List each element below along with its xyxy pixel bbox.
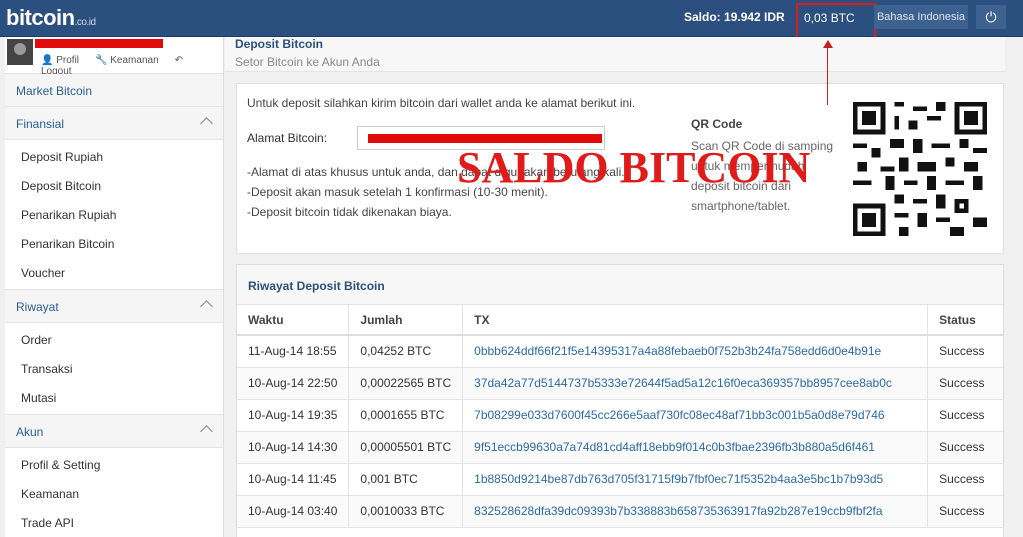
cell-status: Success (927, 335, 1003, 368)
deposit-panel: Untuk deposit silahkan kirim bitcoin dar… (236, 83, 1004, 254)
cell-waktu: 10-Aug-14 22:50 (237, 367, 350, 400)
logo-text: bitcoin (6, 5, 75, 30)
column-tx: TX (462, 305, 929, 336)
table-header-row: Waktu Jumlah TX Status (237, 305, 1003, 336)
cell-jumlah: 0,0010033 BTC (348, 495, 464, 528)
cell-waktu: 11-Aug-14 18:55 (237, 335, 350, 368)
finansial-items: Deposit Rupiah Deposit Bitcoin Penarikan… (5, 140, 223, 290)
cell-waktu: 10-Aug-14 03:40 (237, 495, 350, 528)
cell-status: Success (927, 463, 1003, 496)
sidebar-item-keamanan[interactable]: Keamanan (5, 479, 223, 508)
chevron-up-icon (200, 425, 213, 438)
deposit-history-panel: Riwayat Deposit Bitcoin Waktu Jumlah TX … (236, 264, 1004, 537)
cell-waktu: 10-Aug-14 19:35 (237, 399, 350, 432)
table-row: 10-Aug-14 11:45 0,001 BTC 1b8850d9214be87d… (237, 463, 1003, 496)
power-icon[interactable]: ⏻ (976, 5, 1006, 29)
address-label: Alamat Bitcoin: (247, 131, 328, 145)
sidebar-group-finansial[interactable]: Finansial (5, 107, 223, 140)
table-row: 10-Aug-14 14:30 0,00005501 BTC 9f51eccb996… (237, 431, 1003, 464)
cell-tx[interactable]: 1b8850d9214be87db763d705f31715f9b7fbf0ec… (462, 463, 929, 496)
keamanan-link[interactable]: 🔧 Keamanan (95, 55, 167, 66)
sidebar-item-profil-setting[interactable]: Profil & Setting (5, 450, 223, 479)
column-status: Status (927, 305, 1003, 336)
table-row: 11-Aug-14 18:55 0,04252 BTC 0bbb624ddf66f2… (237, 335, 1003, 368)
akun-items: Profil & Setting Keamanan Trade API (5, 448, 223, 537)
column-waktu: Waktu (237, 305, 350, 336)
cell-tx[interactable]: 9f51eccb99630a7a74d81cd4aff18ebb9f014c0b… (462, 431, 929, 464)
sidebar-item-penarikan-bitcoin[interactable]: Penarikan Bitcoin (5, 229, 223, 258)
top-bar: bitcoin.co.id Saldo: 19.942 IDR 0,03 BTC… (0, 0, 1023, 40)
qr-code-icon (853, 102, 987, 236)
profil-link[interactable]: 👤 Profil (41, 55, 87, 66)
cell-jumlah: 0,00022565 BTC (348, 367, 464, 400)
sidebar-group-riwayat[interactable]: Riwayat (5, 290, 223, 323)
annotation-arrow-head (823, 40, 833, 48)
column-jumlah: Jumlah (348, 305, 464, 336)
cell-jumlah: 0,0001655 BTC (348, 399, 464, 432)
saldo-btc: 0,03 BTC (796, 3, 876, 40)
language-button[interactable]: Bahasa Indonesia (874, 5, 968, 29)
username-redacted (35, 39, 163, 48)
cell-tx[interactable]: 7b08299e033d7600f45cc266e5aaf730fc08ec48… (462, 399, 929, 432)
table-row: 10-Aug-14 22:50 0,00022565 BTC 37da42a77d5… (237, 367, 1003, 400)
cell-tx[interactable]: 0bbb624ddf66f21f5e14395317a4a88febaeb0f7… (462, 335, 929, 368)
cell-status: Success (927, 431, 1003, 464)
chevron-up-icon (200, 300, 213, 313)
sidebar-item-deposit-bitcoin[interactable]: Deposit Bitcoin (5, 171, 223, 200)
page-subtitle: Setor Bitcoin ke Akun Anda (235, 55, 380, 69)
qr-title: QR Code (691, 117, 743, 131)
avatar (7, 39, 33, 65)
history-title: Riwayat Deposit Bitcoin (237, 265, 1003, 305)
sidebar-item-deposit-rupiah[interactable]: Deposit Rupiah (5, 142, 223, 171)
sidebar-group-akun[interactable]: Akun (5, 415, 223, 448)
cell-jumlah: 0,001 BTC (348, 463, 464, 496)
saldo-bitcoin-annotation: SALDO BITCOIN (457, 143, 811, 192)
cell-waktu: 10-Aug-14 11:45 (237, 463, 350, 496)
sidebar-item-voucher[interactable]: Voucher (5, 258, 223, 287)
cell-status: Success (927, 399, 1003, 432)
sidebar-item-transaksi[interactable]: Transaksi (5, 354, 223, 383)
sidebar: 👤 Profil 🔧 Keamanan ↶ Logout Market Bitcoi… (5, 37, 224, 537)
sidebar-item-penarikan-rupiah[interactable]: Penarikan Rupiah (5, 200, 223, 229)
table-row: 10-Aug-14 03:40 0,0010033 BTC 832528628dfa… (237, 495, 1003, 528)
page-header: Deposit Bitcoin Setor Bitcoin ke Akun An… (225, 37, 1005, 72)
chevron-up-icon (200, 117, 213, 130)
logo-tld: .co.id (74, 17, 96, 28)
sidebar-item-market-bitcoin[interactable]: Market Bitcoin (5, 74, 223, 107)
cell-jumlah: 0,00005501 BTC (348, 431, 464, 464)
sidebar-item-mutasi[interactable]: Mutasi (5, 383, 223, 412)
saldo-idr: Saldo: 19.942 IDR (684, 10, 785, 24)
cell-waktu: 10-Aug-14 14:30 (237, 431, 350, 464)
cell-status: Success (927, 367, 1003, 400)
user-panel: 👤 Profil 🔧 Keamanan ↶ Logout (5, 37, 223, 77)
sidebar-item-trade-api[interactable]: Trade API (5, 508, 223, 537)
cell-jumlah: 0,04252 BTC (348, 335, 464, 368)
cell-tx[interactable]: 832528628dfa39dc09393b7b338883b658735363… (462, 495, 929, 528)
sidebar-item-order[interactable]: Order (5, 325, 223, 354)
riwayat-items: Order Transaksi Mutasi (5, 323, 223, 415)
site-logo[interactable]: bitcoin.co.id (6, 5, 96, 31)
cell-tx[interactable]: 37da42a77d5144737b5333e72644f5ad5a12c16f… (462, 367, 929, 400)
cell-status: Success (927, 495, 1003, 528)
page-title: Deposit Bitcoin (235, 37, 324, 51)
table-row: 10-Aug-14 19:35 0,0001655 BTC 7b08299e033d… (237, 399, 1003, 432)
history-table: Waktu Jumlah TX Status 11-Aug-14 18:55 0,… (237, 305, 1003, 528)
annotation-arrow (827, 45, 828, 105)
